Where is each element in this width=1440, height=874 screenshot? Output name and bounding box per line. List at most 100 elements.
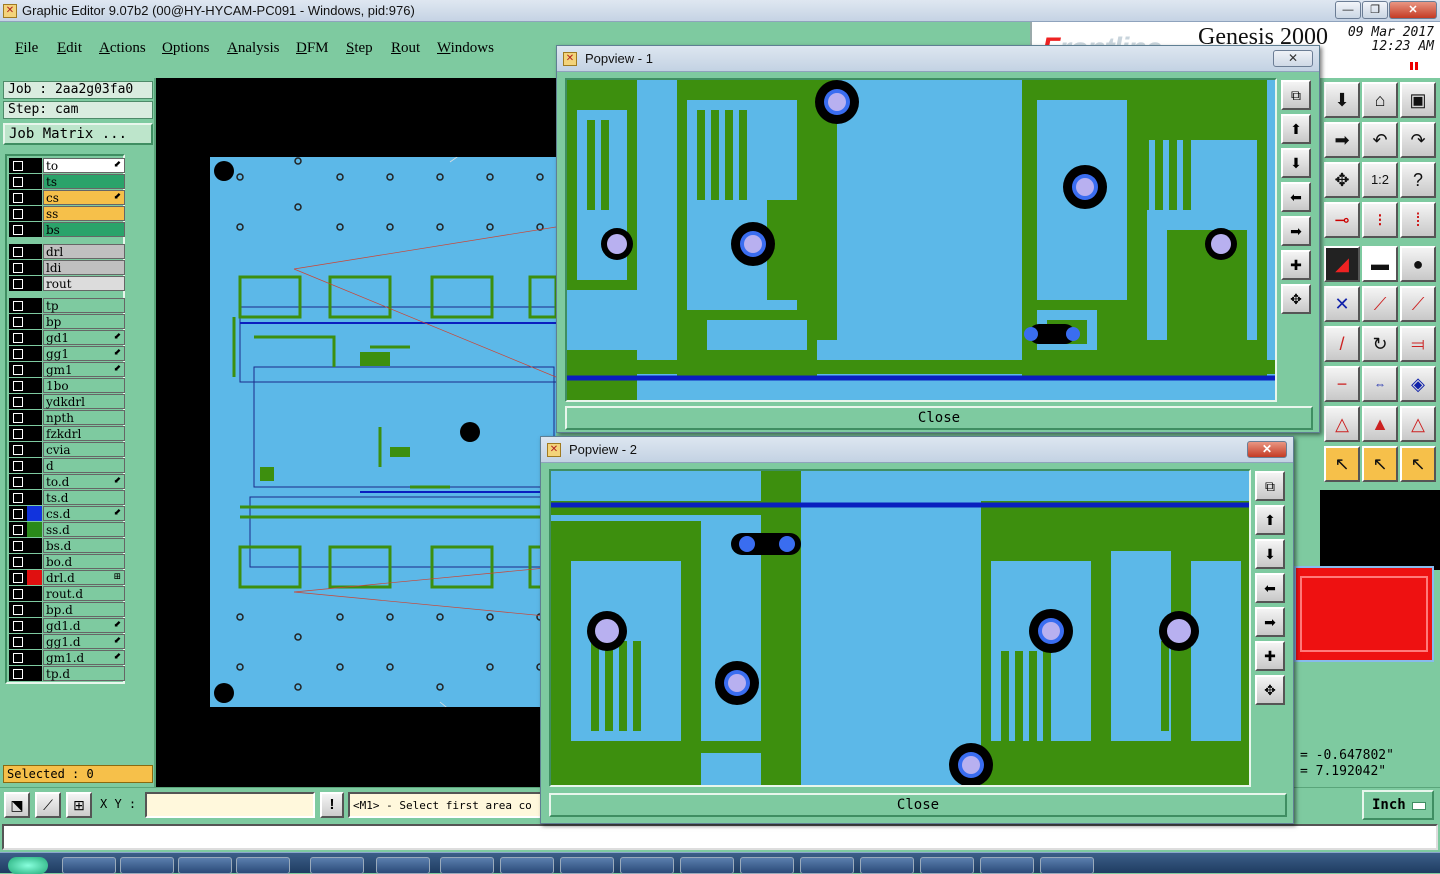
draw-icon[interactable]: ◢ xyxy=(1324,246,1360,282)
layer-row[interactable]: rout xyxy=(9,276,125,291)
layer-name[interactable]: d xyxy=(43,458,125,473)
grid-icon[interactable]: ⁝ xyxy=(1362,202,1398,238)
zoom-box-icon[interactable]: ⬔ xyxy=(4,792,30,818)
layer-row[interactable]: rout.d xyxy=(9,586,125,601)
graphic-canvas[interactable] xyxy=(156,78,556,788)
move-icon[interactable]: ✥ xyxy=(1324,162,1360,198)
taskbar-item[interactable] xyxy=(500,857,554,874)
layer-name[interactable]: rout.d xyxy=(43,586,125,601)
layer-checkbox[interactable] xyxy=(9,244,27,259)
layer-row[interactable]: tp xyxy=(9,298,125,313)
popview-2-close-icon[interactable]: ✕ xyxy=(1247,441,1287,458)
pointer-alt-icon[interactable]: ↖ xyxy=(1362,446,1398,482)
layer-name[interactable]: 1bo xyxy=(43,378,125,393)
taskbar-item[interactable] xyxy=(740,857,794,874)
resize-icon[interactable]: ⇔ xyxy=(1362,366,1398,402)
layer-name[interactable]: bs.d xyxy=(43,538,125,553)
zoom-in-icon[interactable]: ✚ xyxy=(1255,641,1285,671)
zoom-fit-icon[interactable]: ⧉ xyxy=(1281,80,1311,110)
menu-edit[interactable]: Edit xyxy=(57,40,82,57)
layer-row[interactable]: ss xyxy=(9,206,125,221)
taskbar-item[interactable] xyxy=(62,857,116,874)
popview-1-close-icon[interactable]: ✕ xyxy=(1273,50,1313,67)
layer-name[interactable]: rout xyxy=(43,276,125,291)
layer-row[interactable]: ydkdrl xyxy=(9,394,125,409)
layer-checkbox[interactable] xyxy=(9,554,27,569)
layer-checkbox[interactable] xyxy=(9,206,27,221)
menu-dfm[interactable]: DFM xyxy=(296,40,329,57)
menu-options[interactable]: Options xyxy=(162,40,210,57)
taskbar-item[interactable] xyxy=(800,857,854,874)
cross-icon[interactable]: ✕ xyxy=(1324,286,1360,322)
layer-checkbox[interactable] xyxy=(9,650,27,665)
layer-name[interactable]: cvia xyxy=(43,442,125,457)
taskbar-item[interactable] xyxy=(310,857,364,874)
shapes-icon[interactable]: ◈ xyxy=(1400,366,1436,402)
grid-alt-icon[interactable]: ⁞ xyxy=(1400,202,1436,238)
layer-row[interactable]: gd1.d ⬋ xyxy=(9,618,125,633)
layer-name[interactable]: drl xyxy=(43,244,125,259)
layer-checkbox[interactable] xyxy=(9,314,27,329)
layer-row[interactable]: ts xyxy=(9,174,125,189)
minus-icon[interactable]: − xyxy=(1324,366,1360,402)
menu-step[interactable]: Step xyxy=(346,40,373,57)
layer-checkbox[interactable] xyxy=(9,410,27,425)
layer-row[interactable]: to ⬋ xyxy=(9,158,125,173)
layer-row[interactable]: gg1 ⬋ xyxy=(9,346,125,361)
layer-name[interactable]: npth xyxy=(43,410,125,425)
layer-row[interactable]: cs ⬋ xyxy=(9,190,125,205)
menu-windows[interactable]: Windows xyxy=(437,40,494,57)
pan-right-icon[interactable]: ➡ xyxy=(1255,607,1285,637)
layer-name[interactable]: ts.d xyxy=(43,490,125,505)
home-icon[interactable]: ⌂ xyxy=(1362,82,1398,118)
triangle-alt-icon[interactable]: ▲ xyxy=(1362,406,1398,442)
layer-checkbox[interactable] xyxy=(9,442,27,457)
help-icon[interactable]: ? xyxy=(1400,162,1436,198)
layer-checkbox[interactable] xyxy=(9,346,27,361)
split-icon[interactable]: ⫤ xyxy=(1400,326,1436,362)
zoom-fit-icon[interactable]: ⧉ xyxy=(1255,471,1285,501)
undo-icon[interactable]: ↶ xyxy=(1362,122,1398,158)
layer-name[interactable]: tp.d xyxy=(43,666,125,681)
pointer-edit-icon[interactable]: ↖ xyxy=(1400,446,1436,482)
layer-row[interactable]: cvia xyxy=(9,442,125,457)
popview-2-canvas[interactable] xyxy=(549,469,1251,787)
layer-row[interactable]: gg1.d ⬋ xyxy=(9,634,125,649)
layer-row[interactable]: ss.d xyxy=(9,522,125,537)
layer-row[interactable]: ts.d xyxy=(9,490,125,505)
taskbar-item[interactable] xyxy=(560,857,614,874)
popview-2-close-button[interactable]: Close xyxy=(549,793,1287,817)
layer-checkbox[interactable] xyxy=(9,506,27,521)
pan-right-icon[interactable]: ➡ xyxy=(1281,216,1311,246)
layer-row[interactable]: to.d ⬋ xyxy=(9,474,125,489)
layer-checkbox[interactable] xyxy=(9,362,27,377)
layer-name[interactable]: fzkdrl xyxy=(43,426,125,441)
export-icon[interactable]: ➡ xyxy=(1324,122,1360,158)
layer-row[interactable]: cs.d ⬋ xyxy=(9,506,125,521)
layer-checkbox[interactable] xyxy=(9,260,27,275)
layer-name[interactable]: ss.d xyxy=(43,522,125,537)
pan-up-icon[interactable]: ⬆ xyxy=(1255,505,1285,535)
taskbar-item[interactable] xyxy=(236,857,290,874)
ruler-icon[interactable]: ▬ xyxy=(1362,246,1398,282)
line-icon[interactable]: ⟋ xyxy=(1362,286,1398,322)
layer-checkbox[interactable] xyxy=(9,618,27,633)
pan-down-icon[interactable]: ⬇ xyxy=(1281,148,1311,178)
layer-row[interactable]: gd1 ⬋ xyxy=(9,330,125,345)
layer-checkbox[interactable] xyxy=(9,586,27,601)
popview-1-close-button[interactable]: Close xyxy=(565,406,1313,430)
zoom-out-icon[interactable]: ✥ xyxy=(1281,284,1311,314)
taskbar-item[interactable] xyxy=(376,857,430,874)
pan-left-icon[interactable]: ⬅ xyxy=(1281,182,1311,212)
taskbar-item[interactable] xyxy=(980,857,1034,874)
arc-icon[interactable]: ↻ xyxy=(1362,326,1398,362)
layer-checkbox[interactable] xyxy=(9,666,27,681)
warning-button[interactable]: ! xyxy=(320,792,344,818)
menu-rout[interactable]: Rout xyxy=(391,40,420,57)
layer-checkbox[interactable] xyxy=(9,490,27,505)
layer-row[interactable]: bo.d xyxy=(9,554,125,569)
pan-left-icon[interactable]: ⬅ xyxy=(1255,573,1285,603)
zoom-out-icon[interactable]: ✥ xyxy=(1255,675,1285,705)
layer-row[interactable]: gm1 ⬋ xyxy=(9,362,125,377)
close-button[interactable]: ✕ xyxy=(1389,1,1437,19)
